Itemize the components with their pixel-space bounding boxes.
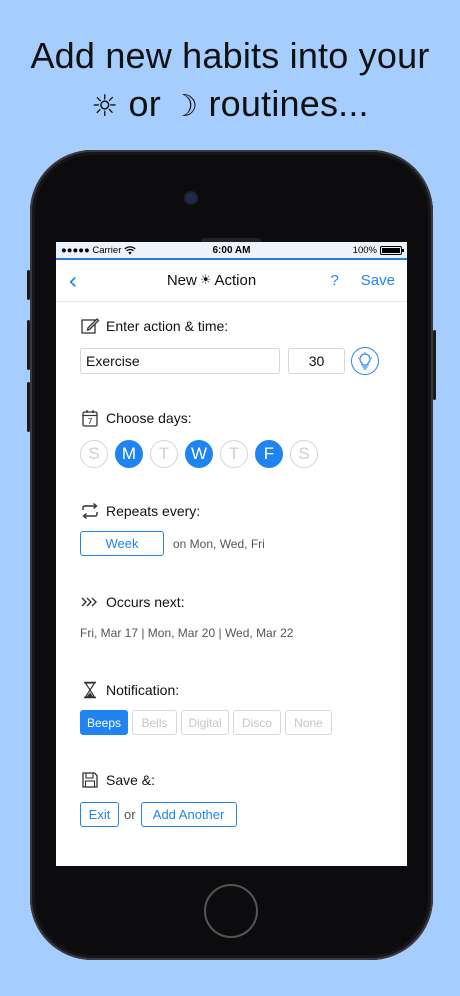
occurs-dates: Fri, Mar 17 | Mon, Mar 20 | Wed, Mar 22 <box>80 626 294 640</box>
hourglass-icon <box>80 680 100 700</box>
front-camera <box>186 193 196 203</box>
repeat-icon <box>80 501 100 521</box>
notification-option-bells[interactable]: Bells <box>132 710 177 735</box>
headline-or: or <box>128 83 161 124</box>
occurs-heading: Occurs next: <box>106 594 185 610</box>
day-picker: S M T W T F S <box>80 440 318 468</box>
nav-title: New ☀ Action <box>166 272 257 289</box>
notification-section: Notification: Beeps Bells Digital Disco … <box>80 680 332 735</box>
moon-icon: ☽ <box>171 89 199 124</box>
mute-switch <box>27 270 30 300</box>
svg-text:7: 7 <box>87 417 92 426</box>
sun-icon: ☀ <box>199 273 212 288</box>
notification-option-disco[interactable]: Disco <box>233 710 281 735</box>
occurs-section: Occurs next: Fri, Mar 17 | Mon, Mar 20 |… <box>80 592 293 640</box>
fast-forward-icon <box>80 592 100 612</box>
back-chevron-icon[interactable]: ‹ <box>68 269 108 293</box>
notification-option-digital[interactable]: Digital <box>181 710 229 735</box>
power-button <box>433 330 436 400</box>
minutes-input[interactable]: 30 <box>288 348 345 374</box>
day-friday[interactable]: F <box>255 440 283 468</box>
volume-up-button <box>27 320 30 370</box>
repeats-section: Repeats every: Week on Mon, Wed, Fri <box>80 501 265 556</box>
day-monday[interactable]: M <box>115 440 143 468</box>
notification-heading: Notification: <box>106 682 180 698</box>
action-section: Enter action & time: <box>80 316 228 336</box>
phone-screen: ●●●●● Carrier 6:00 AM 100% ‹ New ☀ Actio… <box>56 242 407 866</box>
exit-button[interactable]: Exit <box>80 802 119 827</box>
day-saturday[interactable]: S <box>290 440 318 468</box>
headline-routines: routines... <box>208 83 369 124</box>
day-tuesday[interactable]: T <box>150 440 178 468</box>
repeat-summary: on Mon, Wed, Fri <box>173 536 265 551</box>
wifi-icon <box>124 245 137 254</box>
carrier-label: ●●●●● Carrier <box>61 244 122 256</box>
day-sunday[interactable]: S <box>80 440 108 468</box>
help-button[interactable]: ? <box>330 272 338 289</box>
headline-line-1: Add new habits into your <box>30 35 430 76</box>
headline-line-2: ☼ or ☽ routines... <box>0 80 460 131</box>
battery-icon <box>379 245 404 255</box>
marketing-headline: Add new habits into your ☼ or ☽ routines… <box>0 32 460 131</box>
days-section: 7 Choose days: S M T W T F S <box>80 408 318 468</box>
lightbulb-icon[interactable] <box>351 347 379 375</box>
calendar-icon: 7 <box>80 408 100 428</box>
home-button[interactable] <box>204 884 258 938</box>
notification-options: Beeps Bells Digital Disco None <box>80 710 332 735</box>
volume-down-button <box>27 382 30 432</box>
floppy-disk-icon <box>80 770 100 790</box>
add-another-button[interactable]: Add Another <box>140 802 237 827</box>
repeats-heading: Repeats every: <box>106 503 201 519</box>
pencil-icon <box>80 316 100 336</box>
status-bar: ●●●●● Carrier 6:00 AM 100% <box>56 242 407 260</box>
day-wednesday[interactable]: W <box>185 440 213 468</box>
notification-option-none[interactable]: None <box>285 710 332 735</box>
sun-icon: ☼ <box>91 89 119 124</box>
action-name-input[interactable]: Exercise <box>80 348 280 374</box>
repeat-unit-button[interactable]: Week <box>80 531 164 556</box>
day-thursday[interactable]: T <box>220 440 248 468</box>
status-time: 6:00 AM <box>212 244 251 256</box>
action-heading: Enter action & time: <box>106 318 229 334</box>
save-heading: Save &: <box>106 772 156 788</box>
phone-frame: ●●●●● Carrier 6:00 AM 100% ‹ New ☀ Actio… <box>27 150 436 960</box>
or-label: or <box>124 807 136 822</box>
battery-percent: 100% <box>352 244 377 256</box>
save-section: Save &: Exit or Add Another <box>80 770 237 827</box>
save-button[interactable]: Save <box>361 272 395 289</box>
days-heading: Choose days: <box>106 410 192 426</box>
nav-bar: ‹ New ☀ Action ? Save <box>56 260 407 302</box>
notification-option-beeps[interactable]: Beeps <box>80 710 128 735</box>
